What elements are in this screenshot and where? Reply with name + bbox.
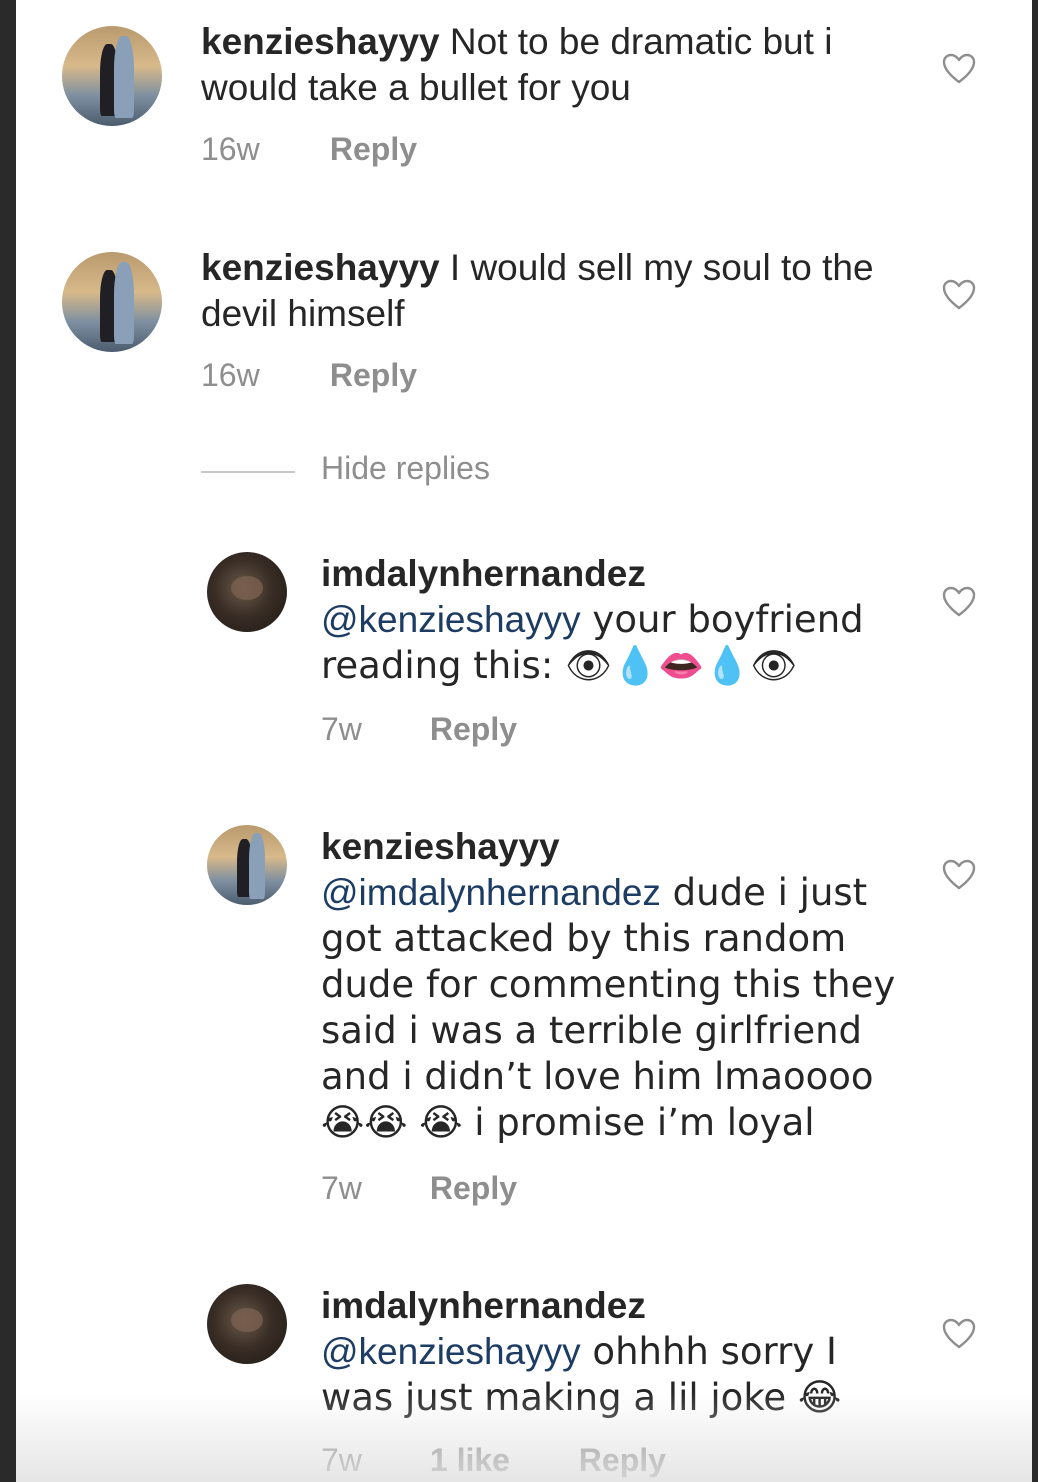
reply-button[interactable]: Reply — [430, 1170, 517, 1207]
comment-age: 16w — [201, 357, 260, 393]
comment-text: kenzieshayyy I would sell my soul to the… — [201, 245, 921, 337]
comment-text: kenzieshayyy Not to be dramatic but i wo… — [201, 19, 901, 111]
comment-age: 7w — [321, 711, 362, 747]
avatar[interactable] — [207, 552, 287, 632]
comment-meta: 7w Reply — [321, 1170, 517, 1207]
avatar[interactable] — [207, 825, 287, 905]
reply-button[interactable]: Reply — [330, 357, 417, 394]
comment-text: kenzieshayyy @imdalynhernandez dude i ju… — [321, 824, 921, 1146]
reply-button[interactable]: Reply — [330, 131, 417, 168]
heart-outline-icon[interactable] — [942, 1318, 976, 1350]
comment-age: 16w — [201, 131, 260, 167]
heart-outline-icon[interactable] — [942, 279, 976, 311]
comment-age: 7w — [321, 1170, 362, 1206]
likes-count[interactable]: 1 like — [430, 1442, 570, 1479]
comment-meta: 16w Reply — [201, 131, 417, 168]
comment-username[interactable]: imdalynhernandez — [321, 551, 901, 597]
comments-panel: kenzieshayyy Not to be dramatic but i wo… — [16, 0, 1032, 1482]
mention-link[interactable]: @imdalynhernandez — [321, 872, 661, 913]
comment-username[interactable]: kenzieshayyy — [321, 824, 921, 870]
comment-meta: 7w 1 like Reply — [321, 1442, 666, 1479]
heart-outline-icon[interactable] — [942, 586, 976, 618]
comment-username[interactable]: kenzieshayyy — [201, 21, 440, 62]
mention-link[interactable]: @kenzieshayyy — [321, 599, 581, 640]
heart-outline-icon[interactable] — [942, 53, 976, 85]
comment-text: imdalynhernandez @kenzieshayyy your boyf… — [321, 551, 901, 689]
avatar[interactable] — [207, 1284, 287, 1364]
comment-age: 7w — [321, 1442, 362, 1478]
comment-meta: 7w Reply — [321, 711, 517, 748]
hide-replies-label[interactable]: Hide replies — [321, 450, 490, 487]
comment-meta: 16w Reply — [201, 357, 417, 394]
divider-line — [201, 471, 295, 473]
avatar[interactable] — [62, 26, 162, 126]
reply-button[interactable]: Reply — [430, 711, 517, 748]
comment-username[interactable]: kenzieshayyy — [201, 247, 440, 288]
comment-text: imdalynhernandez @kenzieshayyy ohhhh sor… — [321, 1283, 881, 1421]
comment-username[interactable]: imdalynhernandez — [321, 1283, 881, 1329]
reply-button[interactable]: Reply — [579, 1442, 666, 1479]
avatar[interactable] — [62, 252, 162, 352]
heart-outline-icon[interactable] — [942, 859, 976, 891]
mention-link[interactable]: @kenzieshayyy — [321, 1331, 581, 1372]
